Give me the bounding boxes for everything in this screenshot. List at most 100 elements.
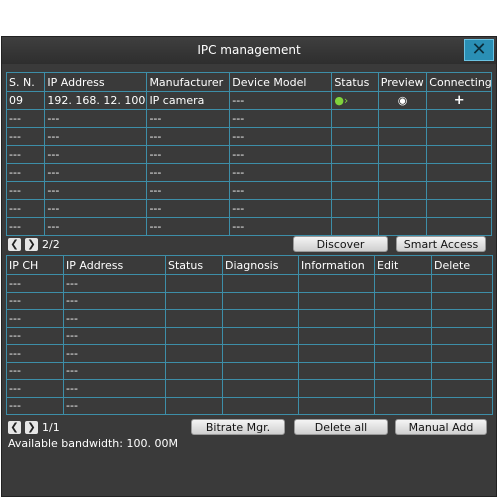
top-pager: ❮ ❯ 2/2 bbox=[8, 236, 60, 252]
table-cell bbox=[377, 181, 428, 200]
table-cell: --- bbox=[146, 199, 231, 218]
table-cell: --- bbox=[6, 396, 64, 415]
table-cell bbox=[222, 396, 299, 415]
table-row[interactable]: --- --- --- --- bbox=[5, 127, 492, 146]
table-cell bbox=[431, 309, 493, 328]
table-cell: --- bbox=[63, 396, 166, 415]
table-row[interactable]: 09 192. 168. 12. 100 IP camera --- ●› ◉ … bbox=[5, 91, 492, 110]
table-row[interactable]: --- --- bbox=[6, 291, 493, 310]
table-row[interactable]: --- --- --- --- bbox=[5, 181, 492, 200]
col-preview: Preview bbox=[377, 72, 428, 92]
table-cell: --- bbox=[229, 163, 333, 182]
table-cell bbox=[331, 181, 379, 200]
table-row[interactable]: --- --- --- --- bbox=[5, 145, 492, 164]
table-row[interactable]: --- --- bbox=[6, 361, 493, 380]
table-cell: --- bbox=[63, 291, 166, 310]
available-bandwidth: Available bandwidth: 100. 00M bbox=[8, 437, 178, 450]
table-cell: --- bbox=[229, 181, 333, 200]
table-row[interactable]: --- --- --- --- bbox=[5, 217, 492, 236]
delete-all-button[interactable]: Delete all bbox=[294, 419, 388, 435]
ip-channel-table: IP CH IP Address Status Diagnosis Inform… bbox=[6, 255, 493, 415]
table-cell bbox=[331, 217, 379, 236]
col-ip-address: IP Address bbox=[63, 255, 166, 275]
table-cell bbox=[165, 309, 223, 328]
table-cell bbox=[222, 309, 299, 328]
table-cell bbox=[298, 291, 375, 310]
table-cell: --- bbox=[146, 217, 231, 236]
table-cell: --- bbox=[5, 109, 46, 128]
close-icon[interactable]: ✕ bbox=[464, 39, 494, 61]
table-cell bbox=[374, 291, 432, 310]
table-cell: --- bbox=[229, 199, 333, 218]
table-cell bbox=[165, 379, 223, 398]
col-edit: Edit bbox=[374, 255, 432, 275]
table-row[interactable]: --- --- --- --- bbox=[5, 163, 492, 182]
table-cell: --- bbox=[229, 217, 333, 236]
col-sn: S. N. bbox=[5, 72, 46, 92]
manual-add-button[interactable]: Manual Add bbox=[395, 419, 487, 435]
sn-cell: 09 bbox=[5, 91, 46, 110]
table-cell: --- bbox=[63, 326, 166, 345]
smart-access-button[interactable]: Smart Access bbox=[396, 236, 486, 252]
table-cell bbox=[374, 361, 432, 380]
table-row[interactable]: --- --- bbox=[6, 309, 493, 328]
table-cell bbox=[298, 379, 375, 398]
table-cell bbox=[165, 274, 223, 293]
table-cell: --- bbox=[146, 109, 231, 128]
next-page-icon[interactable]: ❯ bbox=[25, 237, 38, 251]
table-cell bbox=[377, 145, 428, 164]
table-row[interactable]: --- --- bbox=[6, 344, 493, 363]
col-connecting: Connecting bbox=[426, 72, 492, 92]
table-cell: --- bbox=[44, 163, 148, 182]
table-cell bbox=[222, 326, 299, 345]
table-cell bbox=[431, 396, 493, 415]
table-cell bbox=[331, 109, 379, 128]
table-cell: --- bbox=[229, 127, 333, 146]
table-cell: --- bbox=[6, 274, 64, 293]
prev-page-icon[interactable]: ❮ bbox=[8, 237, 21, 251]
table-cell bbox=[426, 217, 492, 236]
table-cell: --- bbox=[146, 181, 231, 200]
table-cell: --- bbox=[63, 344, 166, 363]
table-cell: --- bbox=[5, 181, 46, 200]
table-cell: --- bbox=[63, 309, 166, 328]
table-cell: --- bbox=[63, 361, 166, 380]
bitrate-mgr-button[interactable]: Bitrate Mgr. bbox=[191, 419, 285, 435]
table-cell bbox=[165, 326, 223, 345]
table-cell bbox=[426, 181, 492, 200]
eye-icon[interactable]: ◉ bbox=[398, 94, 408, 107]
device-table: S. N. IP Address Manufacturer Device Mod… bbox=[5, 72, 492, 236]
table-cell bbox=[298, 344, 375, 363]
table-cell bbox=[298, 361, 375, 380]
table-cell: --- bbox=[44, 181, 148, 200]
discover-button[interactable]: Discover bbox=[293, 236, 388, 252]
table-cell bbox=[374, 274, 432, 293]
table-row[interactable]: --- --- bbox=[6, 396, 493, 415]
table-row[interactable]: --- --- bbox=[6, 274, 493, 293]
col-status: Status bbox=[165, 255, 223, 275]
table-row[interactable]: --- --- --- --- bbox=[5, 109, 492, 128]
plus-icon[interactable]: + bbox=[454, 93, 465, 108]
col-ip-address: IP Address bbox=[44, 72, 148, 92]
col-information: Information bbox=[298, 255, 375, 275]
table-cell: --- bbox=[44, 127, 148, 146]
table-cell bbox=[298, 326, 375, 345]
table-cell bbox=[165, 396, 223, 415]
table-row[interactable]: --- --- bbox=[6, 379, 493, 398]
table-cell: --- bbox=[146, 127, 231, 146]
status-cell: ●› bbox=[331, 91, 379, 110]
table-cell bbox=[165, 344, 223, 363]
table-row[interactable]: --- --- --- --- bbox=[5, 199, 492, 218]
table-cell bbox=[222, 344, 299, 363]
table-cell bbox=[331, 127, 379, 146]
table-cell: --- bbox=[5, 163, 46, 182]
table-row[interactable]: --- --- bbox=[6, 326, 493, 345]
table-cell bbox=[331, 163, 379, 182]
table-cell bbox=[377, 127, 428, 146]
prev-page-icon[interactable]: ❮ bbox=[8, 420, 21, 434]
table-cell bbox=[431, 274, 493, 293]
table-cell: --- bbox=[6, 379, 64, 398]
next-page-icon[interactable]: ❯ bbox=[25, 420, 38, 434]
user-online-icon: ●› bbox=[334, 94, 349, 107]
table-cell bbox=[298, 309, 375, 328]
